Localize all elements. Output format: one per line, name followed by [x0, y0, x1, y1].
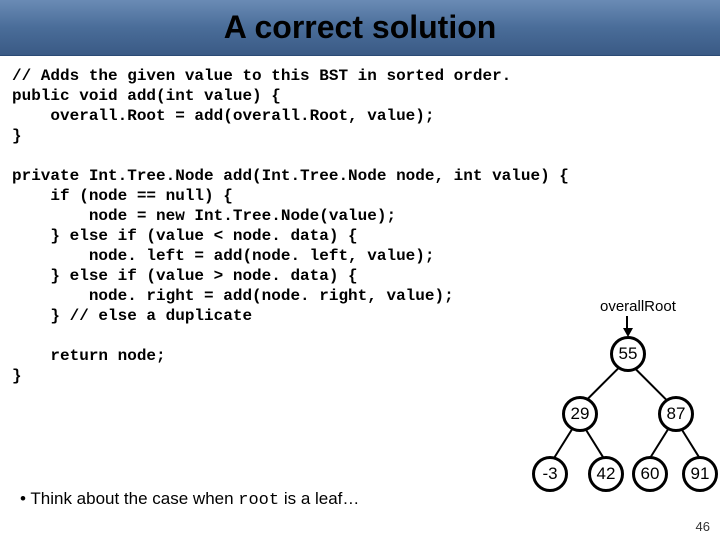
slide-title: A correct solution — [224, 9, 497, 46]
tree-node-29: 29 — [562, 396, 598, 432]
tree-node-91: 91 — [682, 456, 718, 492]
bullet-text-prefix: • Think about the case when — [20, 489, 238, 508]
bullet-text-suffix: is a leaf… — [279, 489, 359, 508]
bullet-code: root — [238, 491, 279, 510]
tree-edge — [635, 368, 670, 403]
title-bar: A correct solution — [0, 0, 720, 56]
tree-node-m3: -3 — [532, 456, 568, 492]
bst-diagram: overallRoot 55 29 87 -3 42 60 91 — [460, 298, 710, 498]
tree-node-42: 42 — [588, 456, 624, 492]
tree-node-87: 87 — [658, 396, 694, 432]
tree-node-55: 55 — [610, 336, 646, 372]
page-number: 46 — [696, 519, 710, 534]
tree-root-label: overallRoot — [600, 298, 676, 315]
tree-edge — [680, 428, 701, 460]
tree-edge — [585, 367, 620, 402]
bullet-point: • Think about the case when root is a le… — [20, 489, 359, 510]
tree-node-60: 60 — [632, 456, 668, 492]
